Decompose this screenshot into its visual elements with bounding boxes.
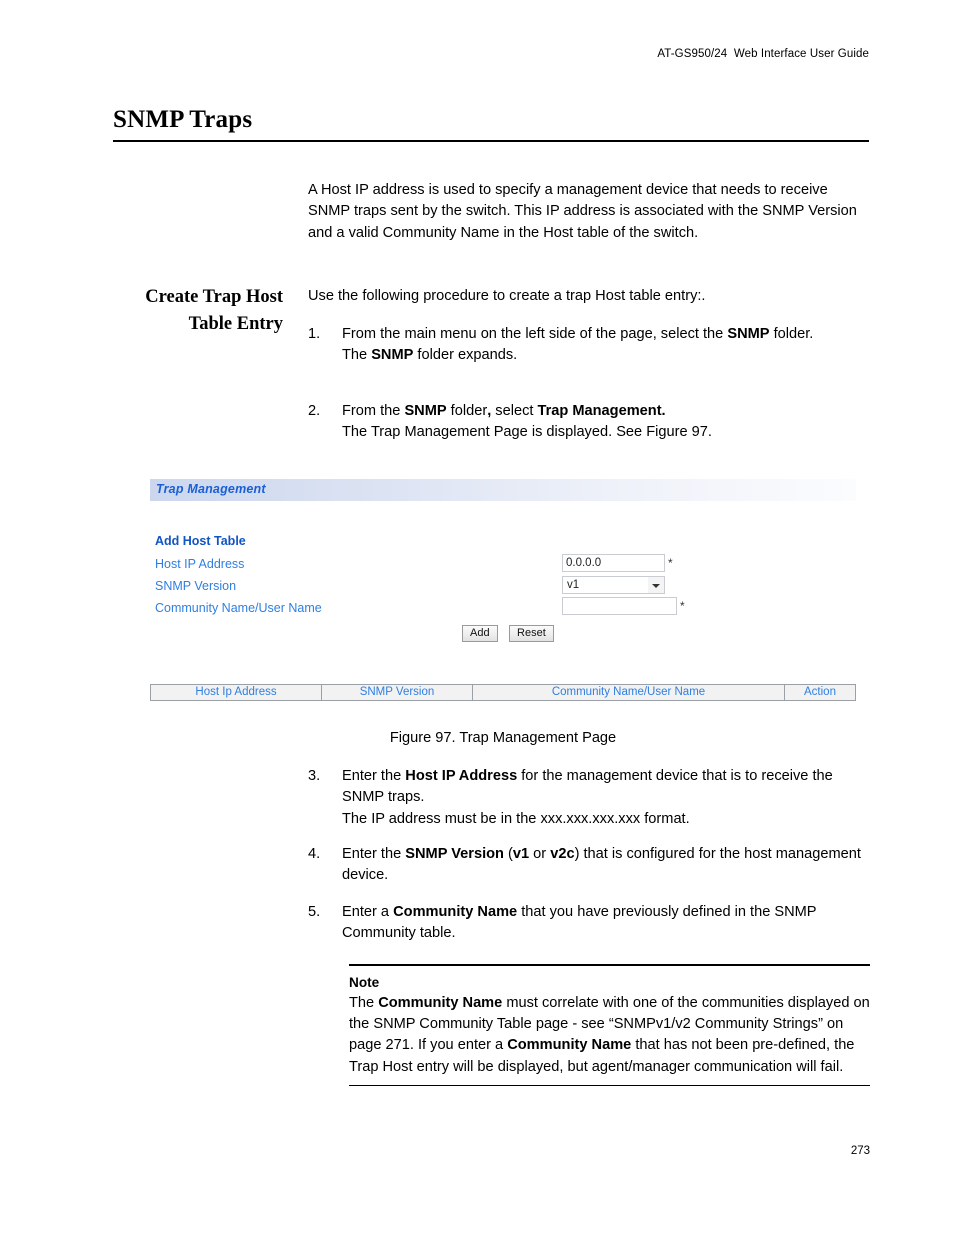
add-host-table-form: Add Host Table Host IP Address SNMP Vers… [150,501,856,651]
title-divider [113,140,869,142]
step-number: 2. [308,403,321,419]
table-header-cell: Action [804,686,836,698]
host-ip-required-asterisk: * [668,556,673,570]
snmp-version-label: SNMP Version [155,579,237,593]
step-number: 1. [308,326,321,342]
intro-paragraph: A Host IP address is used to specify a m… [308,182,857,241]
host-ip-address-input[interactable]: 0.0.0.0 [562,554,665,572]
note-content: Note The Community Name must correlate w… [349,966,870,1085]
community-required-asterisk: * [680,599,685,613]
page-number: 273 [850,1145,870,1157]
add-button[interactable]: Add [462,625,498,642]
step-number: 4. [308,846,321,862]
section-side-heading: Create Trap Host Table Entry [113,284,283,338]
procedure-lead-line: Use the following procedure to create a … [308,288,706,304]
step-text: Enter the Host IP Address for the manage… [342,768,833,827]
step-text: From the SNMP folder, select Trap Manage… [342,403,712,441]
figure-caption: Figure 97. Trap Management Page [389,730,617,746]
snmp-version-select[interactable]: v1 [562,576,665,594]
note-heading: Note [349,974,380,990]
host-ip-address-label: Host IP Address [155,557,245,571]
panel-titlebar: Trap Management [150,479,856,501]
host-table-header-row: Host Ip Address SNMP Version Community N… [150,684,856,701]
running-header: AT-GS950/24 Web Interface User Guide [657,48,869,60]
note-box: Note The Community Name must correlate w… [349,964,870,1087]
procedure-step: 2. From the SNMP folder, select Trap Man… [308,401,870,444]
community-name-label: Community Name/User Name [155,601,322,615]
table-header-cell: Community Name/User Name [473,685,785,700]
page-title: SNMP Traps [113,106,253,133]
panel-title: Trap Management [156,482,266,496]
add-host-table-heading: Add Host Table [155,534,246,548]
step-text: From the main menu on the left side of t… [342,326,814,364]
community-name-input[interactable] [562,597,677,615]
procedure-step: 5. Enter a Community Name that you have … [308,902,870,945]
procedure-step: 4. Enter the SNMP Version (v1 or v2c) th… [308,844,870,887]
side-heading-line-1: Create Trap Host [145,287,283,307]
procedure-step: 3. Enter the Host IP Address for the man… [308,766,870,830]
step-text: Enter the SNMP Version (v1 or v2c) that … [342,846,861,884]
side-heading-line-2: Table Entry [188,314,283,334]
trap-management-figure: Trap Management Add Host Table Host IP A… [150,479,856,746]
reset-button[interactable]: Reset [509,625,554,642]
step-number: 3. [308,768,321,784]
step-number: 5. [308,904,321,920]
table-header-cell: Host Ip Address [151,685,322,700]
form-button-row: Add Reset [462,623,561,642]
note-body: The Community Name must correlate with o… [349,994,870,1075]
procedure-step: 1. From the main menu on the left side o… [308,324,870,367]
note-bottom-rule [349,1084,870,1087]
snmp-version-selected-value: v1 [567,579,580,591]
step-text: Enter a Community Name that you have pre… [342,904,817,942]
table-header-cell: SNMP Version [322,685,473,700]
chevron-down-icon[interactable] [648,577,664,593]
